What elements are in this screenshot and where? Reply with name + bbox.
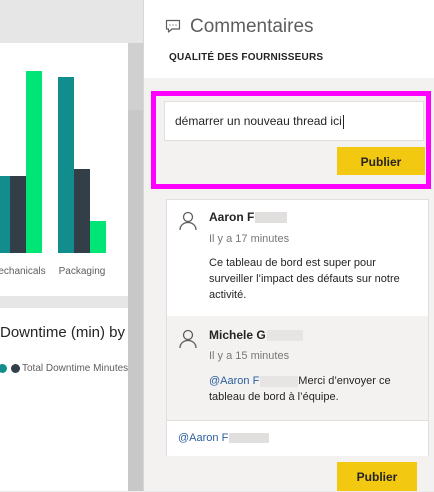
pane-header: Commentaires QUALITÉ DES FOURNISSEURS: [144, 0, 434, 78]
comment-author: Aaron F: [209, 210, 288, 224]
chart-bar[interactable]: [90, 221, 106, 253]
comment-time: Il y a 15 minutes: [209, 350, 290, 362]
comment-item: Michele G Il y a 15 minutes @Aaron F Merc…: [167, 316, 428, 420]
reply-publish-button[interactable]: Publier: [337, 462, 417, 491]
x-tick-label-mechanicals: echanicals: [0, 266, 46, 277]
legend-dot-icon: [11, 364, 20, 373]
comment-time: Il y a 17 minutes: [209, 233, 290, 245]
redacted-name: [266, 330, 303, 342]
canvas-gutter-shade: [128, 110, 143, 491]
new-thread-input[interactable]: démarrer un nouveau thread ici: [164, 101, 424, 141]
downtime-chart-tile[interactable]: Downtime (min) by M Total Downtime Minut…: [0, 308, 128, 491]
reply-text: @Aaron F: [178, 432, 270, 444]
chart-legend: Total Downtime Minutes: [0, 363, 128, 374]
pane-title: Commentaires: [190, 16, 314, 37]
new-thread-text: démarrer un nouveau thread ici: [175, 114, 342, 128]
reply-input[interactable]: @Aaron F: [167, 420, 428, 456]
bar-chart: echanicals Packaging: [0, 71, 106, 277]
bar-chart-tile[interactable]: echanicals Packaging: [0, 43, 128, 296]
text-caret: [342, 114, 344, 129]
comment-item: Aaron F Il y a 17 minutes Ce tableau de …: [167, 200, 428, 316]
redacted-name: [229, 433, 270, 444]
dashboard-area: echanicals Packaging Downtime (min) by M…: [0, 0, 143, 491]
redacted-name: [260, 375, 299, 387]
chart-bar[interactable]: [0, 176, 10, 253]
chart-bar[interactable]: [26, 71, 42, 253]
comment-author: Michele G: [209, 328, 303, 342]
avatar-icon: [179, 211, 197, 231]
legend-dot-icon: [0, 364, 7, 373]
tile-title: Downtime (min) by M: [0, 324, 128, 341]
chart-bar[interactable]: [74, 169, 90, 253]
chart-bar[interactable]: [10, 176, 26, 253]
redacted-name: [255, 212, 288, 224]
publish-button[interactable]: Publier: [337, 147, 425, 175]
comment-body: Ce tableau de bord est super pour survei…: [209, 257, 400, 301]
comment-thread: Aaron F Il y a 17 minutes Ce tableau de …: [166, 199, 429, 456]
legend-label: Total Downtime Minutes: [22, 363, 128, 374]
pane-subtitle: QUALITÉ DES FOURNISSEURS: [169, 52, 324, 63]
comment-icon: [165, 19, 181, 33]
avatar-icon: [179, 329, 197, 349]
mention-link[interactable]: @Aaron F: [209, 375, 259, 387]
chart-bar[interactable]: [58, 77, 74, 253]
comment-body: @Aaron F Merci d’envoyer ce tableau de bo…: [209, 373, 414, 405]
x-tick-label-packaging: Packaging: [59, 266, 106, 277]
